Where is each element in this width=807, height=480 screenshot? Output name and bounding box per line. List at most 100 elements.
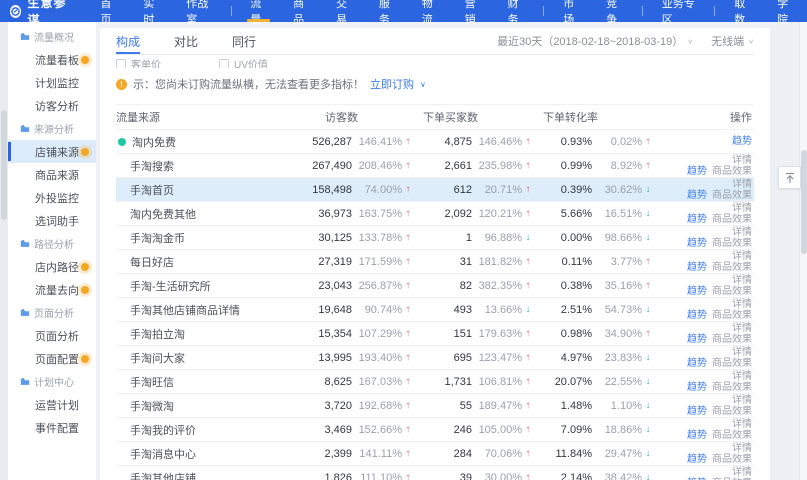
trend-link[interactable]: 趋势 bbox=[687, 382, 707, 393]
nav-item-作战室[interactable]: 作战室 bbox=[173, 0, 224, 22]
sidebar-item-页面分析[interactable]: 页面分析 bbox=[8, 324, 96, 347]
nav-item-业务专区[interactable]: 业务专区 bbox=[649, 0, 709, 22]
trend-link[interactable]: 趋势 bbox=[687, 190, 707, 201]
trend-link[interactable]: 趋势 bbox=[687, 454, 707, 465]
table-row[interactable]: 手淘淘金币 30,125 133.78% ↑ 1 96.88% ↓ 0.00% … bbox=[116, 226, 754, 250]
detail-link[interactable]: 详情 bbox=[732, 347, 752, 358]
nav-item-服务[interactable]: 服务 bbox=[366, 0, 409, 22]
nav-item-流量[interactable]: 流量 bbox=[237, 0, 280, 22]
page-scrollbar[interactable] bbox=[799, 22, 807, 480]
page-scrollbar-thumb[interactable] bbox=[801, 150, 807, 254]
nav-item-市场[interactable]: 市场 bbox=[550, 0, 593, 22]
table-row[interactable]: 每日好店 27,319 171.59% ↑ 31 181.82% ↑ 0.11%… bbox=[116, 250, 754, 274]
table-row[interactable]: 手淘搜索 267,490 208.46% ↑ 2,661 235.98% ↑ 0… bbox=[116, 154, 754, 178]
sidebar-item-店内路径[interactable]: 店内路径 bbox=[8, 255, 96, 278]
tab-composition[interactable]: 构成 bbox=[116, 28, 140, 54]
detail-link[interactable]: 详情 bbox=[732, 395, 752, 406]
tab-compare[interactable]: 对比 bbox=[174, 28, 198, 54]
sidebar-item-外投监控[interactable]: 外投监控 bbox=[8, 186, 96, 209]
product-effect-link[interactable]: 商品效果 bbox=[712, 262, 752, 273]
trend-link[interactable]: 趋势 bbox=[687, 262, 707, 273]
nav-item-财务[interactable]: 财务 bbox=[495, 0, 538, 22]
sidebar-item-访客分析[interactable]: 访客分析 bbox=[8, 94, 96, 117]
nav-item-学院[interactable]: 学院 bbox=[764, 0, 807, 22]
product-effect-link[interactable]: 商品效果 bbox=[712, 454, 752, 465]
checkbox-icon[interactable] bbox=[219, 59, 229, 69]
detail-link[interactable]: 详情 bbox=[732, 467, 752, 478]
trend-link[interactable]: 趋势 bbox=[687, 430, 707, 441]
nav-item-营销[interactable]: 营销 bbox=[452, 0, 495, 22]
subscribe-now-link[interactable]: 立即订购 bbox=[370, 76, 414, 92]
table-row[interactable]: 手淘问大家 13,995 193.40% ↑ 695 123.47% ↑ 4.9… bbox=[116, 346, 754, 370]
nav-item-交易[interactable]: 交易 bbox=[323, 0, 366, 22]
product-effect-link[interactable]: 商品效果 bbox=[712, 358, 752, 369]
detail-link[interactable]: 详情 bbox=[732, 155, 752, 166]
sidebar-item-店铺来源[interactable]: 店铺来源 bbox=[8, 140, 96, 163]
product-effect-link[interactable]: 商品效果 bbox=[712, 310, 752, 321]
trend-link[interactable]: 趋势 bbox=[687, 310, 707, 321]
table-row[interactable]: 手淘首页 158,498 74.00% ↑ 612 20.71% ↑ 0.39%… bbox=[116, 178, 754, 202]
product-effect-link[interactable]: 商品效果 bbox=[712, 334, 752, 345]
trend-link[interactable]: 趋势 bbox=[687, 286, 707, 297]
nav-item-竞争[interactable]: 竞争 bbox=[593, 0, 636, 22]
trend-link[interactable]: 趋势 bbox=[687, 238, 707, 249]
product-effect-link[interactable]: 商品效果 bbox=[712, 166, 752, 177]
trend-link[interactable]: 趋势 bbox=[687, 358, 707, 369]
trend-link[interactable]: 趋势 bbox=[687, 166, 707, 177]
checkbox-uv-value[interactable]: UV价值 bbox=[219, 56, 268, 68]
trend-link[interactable]: 趋势 bbox=[732, 136, 752, 147]
table-row[interactable]: 淘内免费 526,287 146.41% ↑ 4,875 146.46% ↑ 0… bbox=[116, 130, 754, 154]
table-row[interactable]: 手淘其他店铺商品详情 19,648 90.74% ↑ 493 13.66% ↓ … bbox=[116, 298, 754, 322]
table-row[interactable]: 手淘微淘 3,720 192.68% ↑ 55 189.47% ↑ 1.48% … bbox=[116, 394, 754, 418]
trend-link[interactable]: 趋势 bbox=[687, 334, 707, 345]
table-row[interactable]: 手淘我的评价 3,469 152.66% ↑ 246 105.00% ↑ 7.0… bbox=[116, 418, 754, 442]
nav-item-首页[interactable]: 首页 bbox=[87, 0, 130, 22]
table-row[interactable]: 淘内免费其他 36,973 163.75% ↑ 2,092 120.21% ↑ … bbox=[116, 202, 754, 226]
sidebar-scrollbar-thumb[interactable] bbox=[1, 110, 7, 220]
detail-link[interactable]: 详情 bbox=[732, 371, 752, 382]
checkbox-icon[interactable] bbox=[116, 59, 126, 69]
sidebar-item-流量看板[interactable]: 流量看板 bbox=[8, 48, 96, 71]
table-row[interactable]: 手淘其他店铺 1,826 111.10% ↑ 39 30.00% ↑ 2.14%… bbox=[116, 466, 754, 480]
detail-link[interactable]: 详情 bbox=[732, 251, 752, 262]
tab-peers[interactable]: 同行 bbox=[232, 28, 256, 54]
detail-link[interactable]: 详情 bbox=[732, 419, 752, 430]
sidebar-item-选词助手[interactable]: 选词助手 bbox=[8, 209, 96, 232]
terminal-picker[interactable]: 无线端 ∨ bbox=[711, 33, 754, 49]
detail-link[interactable]: 详情 bbox=[732, 179, 752, 190]
app-logo[interactable]: 生意参谋 bbox=[0, 0, 87, 28]
table-row[interactable]: 手淘消息中心 2,399 141.11% ↑ 284 70.06% ↑ 11.8… bbox=[116, 442, 754, 466]
back-to-top-button[interactable] bbox=[778, 166, 801, 189]
table-row[interactable]: 手淘旺信 8,625 167.03% ↑ 1,731 106.81% ↑ 20.… bbox=[116, 370, 754, 394]
table-row[interactable]: 手淘拍立淘 15,354 107.29% ↑ 151 179.63% ↑ 0.9… bbox=[116, 322, 754, 346]
detail-link[interactable]: 详情 bbox=[732, 299, 752, 310]
product-effect-link[interactable]: 商品效果 bbox=[712, 190, 752, 201]
product-effect-link[interactable]: 商品效果 bbox=[712, 430, 752, 441]
table-row[interactable]: 手淘-生活研究所 23,043 256.87% ↑ 82 382.35% ↑ 0… bbox=[116, 274, 754, 298]
checkbox-customer-price[interactable]: 客单价 bbox=[116, 56, 161, 68]
sidebar-item-页面配置[interactable]: 页面配置 bbox=[8, 347, 96, 370]
product-effect-link[interactable]: 商品效果 bbox=[712, 286, 752, 297]
sidebar-item-事件配置[interactable]: 事件配置 bbox=[8, 416, 96, 439]
detail-link[interactable]: 详情 bbox=[732, 443, 752, 454]
nav-item-商品[interactable]: 商品 bbox=[280, 0, 323, 22]
date-range-picker[interactable]: 最近30天（2018-02-18~2018-03-19） ∨ bbox=[497, 33, 693, 49]
detail-link[interactable]: 详情 bbox=[732, 275, 752, 286]
trend-link[interactable]: 趋势 bbox=[687, 406, 707, 417]
product-effect-link[interactable]: 商品效果 bbox=[712, 238, 752, 249]
sidebar-scrollbar[interactable] bbox=[0, 22, 8, 480]
detail-link[interactable]: 详情 bbox=[732, 227, 752, 238]
product-effect-link[interactable]: 商品效果 bbox=[712, 406, 752, 417]
sidebar-item-商品来源[interactable]: 商品来源 bbox=[8, 163, 96, 186]
product-effect-link[interactable]: 商品效果 bbox=[712, 382, 752, 393]
nav-item-实时[interactable]: 实时 bbox=[130, 0, 173, 22]
trend-link[interactable]: 趋势 bbox=[687, 214, 707, 225]
nav-item-取数[interactable]: 取数 bbox=[721, 0, 764, 22]
detail-link[interactable]: 详情 bbox=[732, 323, 752, 334]
product-effect-link[interactable]: 商品效果 bbox=[712, 214, 752, 225]
sidebar-item-运营计划[interactable]: 运营计划 bbox=[8, 393, 96, 416]
sidebar-item-计划监控[interactable]: 计划监控 bbox=[8, 71, 96, 94]
sidebar-item-流量去向[interactable]: 流量去向 bbox=[8, 278, 96, 301]
detail-link[interactable]: 详情 bbox=[732, 203, 752, 214]
nav-item-物流[interactable]: 物流 bbox=[409, 0, 452, 22]
